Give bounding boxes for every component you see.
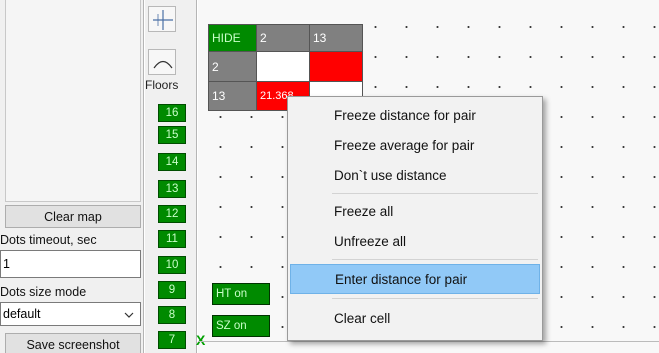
arc-tool-icon[interactable]: [148, 49, 176, 75]
grid-cell[interactable]: [309, 51, 363, 82]
menu-item-enter-distance[interactable]: Enter distance for pair: [290, 264, 540, 294]
floor-button-10[interactable]: 10: [158, 256, 186, 274]
grid-cell[interactable]: [256, 51, 310, 82]
floors-label: Floors: [145, 78, 179, 92]
floor-button-16[interactable]: 16: [158, 104, 186, 122]
clear-map-button[interactable]: Clear map: [5, 205, 141, 228]
floor-button-11[interactable]: 11: [158, 230, 186, 248]
floor-button-15[interactable]: 15: [158, 126, 186, 144]
menu-item-freeze-distance[interactable]: Freeze distance for pair: [290, 100, 540, 130]
menu-separator: [332, 259, 538, 260]
dots-timeout-label: Dots timeout, sec: [0, 233, 97, 247]
menu-item-unfreeze-all[interactable]: Unfreeze all: [290, 226, 540, 256]
dots-size-mode-value: default: [3, 307, 41, 321]
grid-header-cell: 13: [309, 24, 363, 52]
menu-item-freeze-all[interactable]: Freeze all: [290, 196, 540, 226]
floor-button-12[interactable]: 12: [158, 205, 186, 223]
dots-size-mode-select[interactable]: default: [0, 302, 141, 326]
menu-separator: [332, 298, 538, 299]
map-preview-box: [5, 0, 141, 202]
grid-row-label: 13: [208, 81, 257, 111]
sz-toggle[interactable]: SZ on: [212, 315, 270, 337]
crosshair-tool-icon[interactable]: [148, 6, 176, 32]
grid-header-cell: 2: [256, 24, 310, 52]
ht-toggle[interactable]: HT on: [212, 283, 270, 305]
floor-button-14[interactable]: 14: [158, 153, 186, 171]
dots-size-mode-label: Dots size mode: [0, 285, 87, 299]
canvas-bottom-border: [198, 341, 659, 342]
axis-x-marker: X: [196, 332, 206, 348]
floor-button-8[interactable]: 8: [158, 306, 186, 324]
context-menu: Freeze distance for pair Freeze average …: [287, 96, 543, 341]
save-screenshot-button[interactable]: Save screenshot: [5, 333, 141, 353]
grid-row-label: 2: [208, 51, 257, 82]
chevron-down-icon: [124, 307, 134, 321]
floor-button-13[interactable]: 13: [158, 180, 186, 198]
menu-item-clear-cell[interactable]: Clear cell: [290, 303, 540, 333]
grid-hide-button[interactable]: HIDE: [208, 24, 257, 52]
dots-timeout-input[interactable]: 1: [0, 250, 141, 278]
floor-button-9[interactable]: 9: [158, 281, 186, 299]
floor-button-7[interactable]: 7: [158, 331, 186, 349]
menu-separator: [332, 193, 538, 194]
menu-item-freeze-average[interactable]: Freeze average for pair: [290, 130, 540, 160]
menu-item-dont-use-distance[interactable]: Don`t use distance: [290, 160, 540, 190]
